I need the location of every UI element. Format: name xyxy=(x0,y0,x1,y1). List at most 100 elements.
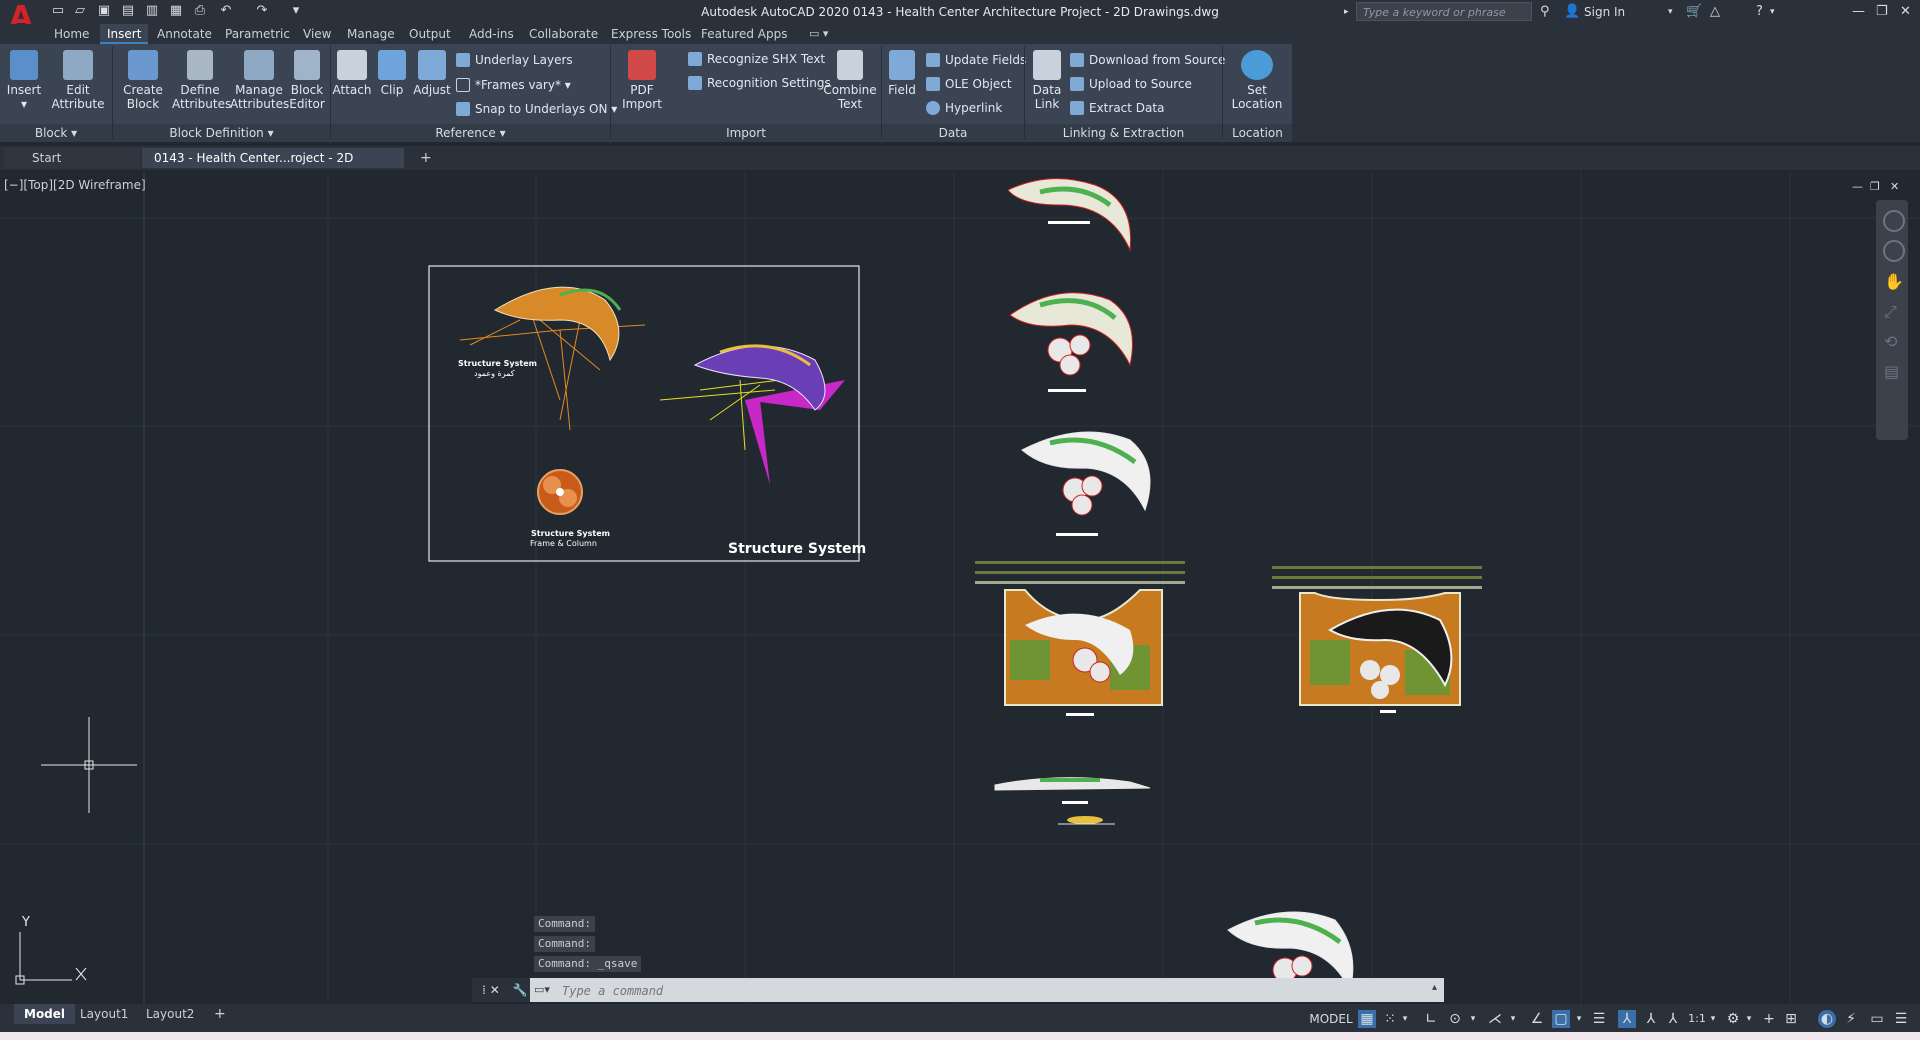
full-navigation-wheel-icon[interactable] xyxy=(1883,240,1905,262)
attach-button[interactable]: Attach xyxy=(332,50,372,97)
clip-button[interactable]: Clip xyxy=(374,50,410,97)
sign-in-dropdown-icon[interactable]: ▾ xyxy=(1668,3,1673,21)
command-customize-icon[interactable]: 🔧 xyxy=(510,978,530,1002)
upload-to-source-button[interactable]: Upload to Source xyxy=(1070,75,1192,93)
workspace-dropdown-icon[interactable]: ▾ xyxy=(1744,1010,1754,1028)
orbit-icon[interactable]: ⟲ xyxy=(1884,332,1897,351)
save-icon[interactable]: ▣ xyxy=(96,3,112,19)
object-snap-icon[interactable]: ▢ xyxy=(1552,1010,1570,1028)
tab-featured-apps[interactable]: Featured Apps xyxy=(694,24,794,44)
pan-icon[interactable]: ✋ xyxy=(1884,272,1904,291)
underlay-layers-button[interactable]: Underlay Layers xyxy=(456,51,573,69)
extract-data-button[interactable]: Extract Data xyxy=(1070,99,1164,117)
cart-icon[interactable]: 🛒 xyxy=(1686,3,1702,21)
expand-search-icon[interactable]: ▸ xyxy=(1344,3,1349,21)
viewport-restore-icon[interactable]: ❐ xyxy=(1870,180,1880,193)
help-dropdown-icon[interactable]: ▾ xyxy=(1770,3,1775,21)
undo-icon[interactable]: ↶ xyxy=(218,3,234,19)
command-bar-grip[interactable]: ⁞ ✕ xyxy=(472,978,510,1002)
annotation-scale-value[interactable]: 1:1 xyxy=(1686,1010,1708,1028)
isodraft-icon[interactable]: ⋌ xyxy=(1486,1010,1504,1028)
combine-text-button[interactable]: Combine Text xyxy=(822,50,878,111)
clean-screen-icon[interactable]: ▭ xyxy=(1868,1010,1886,1028)
field-button[interactable]: Field xyxy=(884,50,920,97)
tab-layout1[interactable]: Layout1 xyxy=(70,1004,138,1024)
tab-output[interactable]: Output xyxy=(402,24,458,44)
recognize-shx-text-button[interactable]: Recognize SHX Text xyxy=(688,50,825,68)
edit-attribute-button[interactable]: Edit Attribute xyxy=(50,50,106,111)
tab-home[interactable]: Home xyxy=(47,24,96,44)
annotation-visibility-icon[interactable]: ⅄ xyxy=(1618,1010,1636,1028)
plot-icon[interactable]: ⎙ xyxy=(192,3,208,19)
annotation-scale-icon[interactable]: ⅄ xyxy=(1664,1010,1682,1028)
recognition-settings-button[interactable]: Recognition Settings xyxy=(688,74,831,92)
grid-icon[interactable]: ▦ xyxy=(1358,1010,1376,1028)
download-from-source-button[interactable]: Download from Source xyxy=(1070,51,1225,69)
tab-collaborate[interactable]: Collaborate xyxy=(522,24,605,44)
binoculars-icon[interactable]: ⚲ xyxy=(1540,3,1550,21)
tab-drawing[interactable]: 0143 - Health Center...roject - 2D Drawi… xyxy=(142,148,404,185)
tab-express-tools[interactable]: Express Tools xyxy=(604,24,698,44)
command-input[interactable] xyxy=(560,980,1424,1002)
tab-model[interactable]: Model xyxy=(14,1004,76,1024)
minimize-icon[interactable]: — xyxy=(1852,3,1865,21)
snap-to-underlays-dropdown[interactable]: Snap to Underlays ON ▾ xyxy=(456,100,617,118)
tab-add-ins[interactable]: Add-ins xyxy=(462,24,521,44)
units-icon[interactable]: ⊞ xyxy=(1782,1010,1800,1028)
new-tab-icon[interactable]: + xyxy=(420,148,432,168)
ortho-icon[interactable]: ∟ xyxy=(1422,1010,1440,1028)
insert-button[interactable]: Insert ▾ xyxy=(4,50,44,111)
drawing-canvas[interactable]: Structure System كمرة وعمود Structure Sy… xyxy=(0,172,1920,1004)
sign-in-link[interactable]: Sign In xyxy=(1584,3,1625,21)
ole-object-button[interactable]: OLE Object xyxy=(926,75,1012,93)
block-editor-button[interactable]: Block Editor xyxy=(288,50,326,111)
scale-dropdown-icon[interactable]: ▾ xyxy=(1708,1010,1718,1028)
tab-start[interactable]: Start xyxy=(4,148,140,168)
restore-icon[interactable]: ❐ xyxy=(1876,3,1888,21)
new-layout-icon[interactable]: + xyxy=(204,1004,236,1024)
adjust-button[interactable]: Adjust xyxy=(412,50,452,97)
ribbon-minimize-icon[interactable]: ▭ ▾ xyxy=(802,24,835,44)
viewport-controls[interactable]: [−][Top][2D Wireframe] xyxy=(4,178,146,192)
tab-parametric[interactable]: Parametric xyxy=(218,24,297,44)
steering-wheel-icon[interactable] xyxy=(1883,210,1905,232)
customization-menu-icon[interactable]: ☰ xyxy=(1892,1010,1910,1028)
define-attributes-button[interactable]: Define Attributes xyxy=(172,50,231,111)
open-web-icon[interactable]: ▥ xyxy=(144,3,160,19)
snap-mode-icon[interactable]: ⁙ xyxy=(1382,1010,1398,1028)
help-icon[interactable]: ? xyxy=(1756,3,1763,21)
tab-layout2[interactable]: Layout2 xyxy=(136,1004,204,1024)
panel-title-block-definition[interactable]: Block Definition ▾ xyxy=(113,124,330,142)
create-block-button[interactable]: Create Block xyxy=(120,50,166,111)
isodraft-dropdown-icon[interactable]: ▾ xyxy=(1508,1010,1518,1028)
manage-attributes-button[interactable]: Manage Attributes xyxy=(230,50,289,111)
recent-commands-icon[interactable]: ▭▾ xyxy=(534,982,558,998)
command-history-expand-icon[interactable]: ▴ xyxy=(1432,982,1437,993)
panel-title-block[interactable]: Block ▾ xyxy=(0,124,112,142)
hardware-acceleration-icon[interactable]: ⚡ xyxy=(1842,1010,1860,1028)
isolate-objects-icon[interactable]: ◐ xyxy=(1818,1010,1836,1028)
update-fields-button[interactable]: Update Fields xyxy=(926,51,1026,69)
help-search-input[interactable]: Type a keyword or phrase xyxy=(1356,2,1532,21)
snap-dropdown-icon[interactable]: ▾ xyxy=(1400,1010,1410,1028)
object-snap-tracking-icon[interactable]: ∠ xyxy=(1528,1010,1546,1028)
viewport-close-icon[interactable]: ✕ xyxy=(1890,180,1899,193)
tab-view[interactable]: View xyxy=(296,24,338,44)
autodesk-a360-icon[interactable]: △ xyxy=(1710,3,1720,21)
frames-vary-dropdown[interactable]: *Frames vary* ▾ xyxy=(456,76,571,94)
viewport-minimize-icon[interactable]: — xyxy=(1852,180,1863,193)
auto-scale-icon[interactable]: ⅄ xyxy=(1642,1010,1660,1028)
show-motion-icon[interactable]: ▤ xyxy=(1884,362,1899,381)
workspace-gear-icon[interactable]: ⚙ xyxy=(1724,1010,1742,1028)
tab-insert[interactable]: Insert xyxy=(100,24,149,44)
save-web-icon[interactable]: ▦ xyxy=(168,3,184,19)
close-icon[interactable]: ✕ xyxy=(1900,3,1911,21)
tab-annotate[interactable]: Annotate xyxy=(150,24,219,44)
polar-tracking-icon[interactable]: ⊙ xyxy=(1446,1010,1464,1028)
save-as-icon[interactable]: ▤ xyxy=(120,3,136,19)
customize-qat-icon[interactable]: ▾ xyxy=(288,3,304,19)
redo-icon[interactable]: ↷ xyxy=(254,3,270,19)
zoom-extents-icon[interactable]: ⤢ xyxy=(1884,302,1897,322)
new-icon[interactable]: ▭ xyxy=(50,3,66,19)
open-icon[interactable]: ▱ xyxy=(72,3,88,19)
